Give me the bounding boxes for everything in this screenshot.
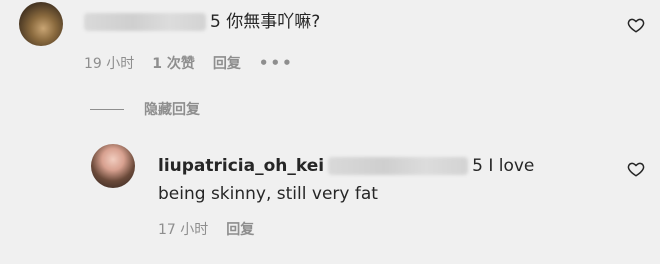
reply-time: 17 小时 <box>158 222 209 238</box>
like-heart-icon[interactable] <box>627 160 645 178</box>
reply-reply-button[interactable]: 回复 <box>226 219 254 239</box>
hide-replies-label[interactable]: 隐藏回复 <box>144 99 200 119</box>
redacted-mention <box>328 157 469 175</box>
comment-meta: 19 小时 1 次赞 回复 ••• <box>84 53 294 73</box>
reply-button[interactable]: 回复 <box>213 53 241 73</box>
more-options-icon[interactable]: ••• <box>259 54 294 72</box>
redacted-username <box>84 13 206 31</box>
divider-line <box>90 108 124 110</box>
reply-text: liupatricia_oh_kei 5 I love being skinny,… <box>158 152 578 208</box>
comment-body: 5 你無事吖嘛? <box>210 12 321 32</box>
like-heart-icon[interactable] <box>627 16 645 34</box>
comments-panel: 5 你無事吖嘛? 19 小时 1 次赞 回复 ••• 隐藏回复 liupatri… <box>0 0 660 264</box>
comment-time: 19 小时 <box>84 56 135 72</box>
reply-meta: 17 小时 回复 <box>158 219 254 239</box>
reply-avatar[interactable] <box>91 144 135 188</box>
comment-likes[interactable]: 1 次赞 <box>152 53 195 73</box>
hide-replies-toggle[interactable]: 隐藏回复 <box>90 99 200 119</box>
reply-username[interactable]: liupatricia_oh_kei <box>158 156 324 176</box>
commenter-avatar[interactable] <box>19 2 63 46</box>
comment-text: 5 你無事吖嘛? <box>84 7 320 32</box>
